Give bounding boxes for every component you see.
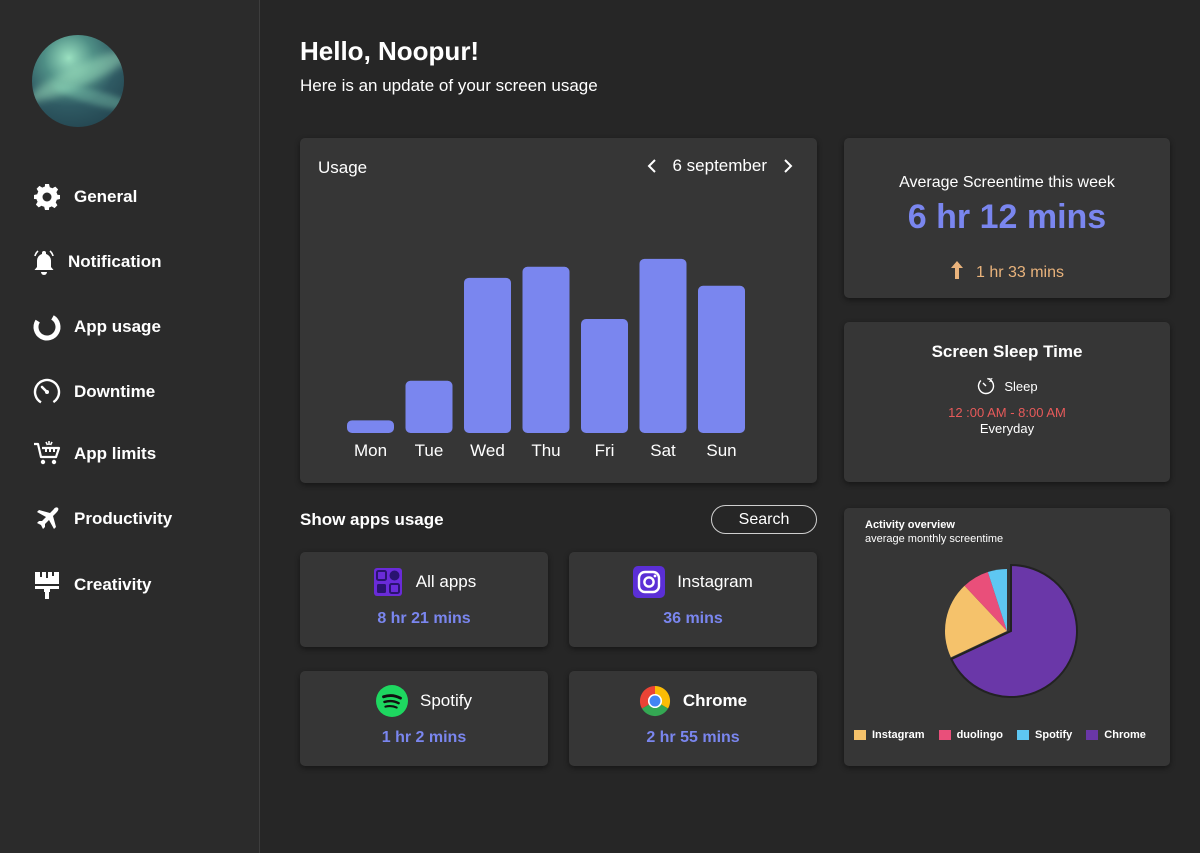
spotify-icon [376,685,408,717]
sidebar-item-creativity[interactable]: Creativity [32,570,151,600]
cart-icon [32,439,62,469]
legend-item: Spotify [1017,729,1072,741]
greeting: Hello, Noopur! [300,36,480,66]
app-card-all-apps[interactable]: All apps 8 hr 21 mins [300,552,548,647]
screen-sleep-card[interactable]: Screen Sleep Time z Sleep 12 :00 AM - 8:… [844,322,1170,482]
chrome-icon [639,685,671,717]
x-tick-label: Mon [354,441,387,460]
bar-wed[interactable] [464,277,511,433]
sleep-repeat: Everyday [979,421,1035,436]
average-screentime-card: Average Screentime this week 6 hr 12 min… [844,138,1170,298]
sidebar-item-label: App limits [74,444,157,463]
sidebar-item-label: Downtime [74,382,156,401]
paint-roller-icon [32,570,62,600]
gear-icon [32,182,62,212]
x-tick-label: Thu [531,441,560,460]
sleep-heading: Screen Sleep Time [931,342,1083,361]
legend-swatch [854,730,866,740]
bar-tue[interactable] [405,380,453,433]
legend-item: duolingo [938,729,1004,741]
app-name: Spotify [420,691,472,710]
sleep-row: z Sleep [844,375,1170,398]
sleep-label: Sleep [1004,379,1038,394]
legend-label: Chrome [1104,729,1146,741]
legend-label: Spotify [1035,729,1073,741]
x-tick-label: Sat [650,441,676,460]
sidebar-item-label: Productivity [74,509,173,528]
app-card-instagram[interactable]: Instagram 36 mins [569,552,817,647]
instagram-icon [633,566,666,598]
x-tick-label: Tue [415,441,444,460]
bar-sat[interactable] [639,258,687,433]
legend-swatch [1086,730,1099,740]
bell-icon [32,247,56,277]
sidebar-item-productivity[interactable]: Productivity [32,504,172,534]
sidebar-item-label: Notification [68,252,162,271]
sidebar-item-label: General [74,187,138,206]
sidebar-item-label: App usage [74,317,161,336]
sidebar-item-notification[interactable]: Notification [32,247,162,277]
average-value: 6 hr 12 mins [907,198,1107,236]
delta-value: 1 hr 33 mins [975,263,1065,281]
activity-pie-chart [945,563,1078,698]
legend-item: Chrome [1086,729,1146,741]
legend-item: Instagram [854,729,925,741]
x-tick-label: Wed [470,441,505,460]
sidebar-item-label: Creativity [74,575,152,594]
bar-fri[interactable] [581,319,628,433]
bar-thu[interactable] [522,266,570,433]
activity-overview-card: Activity overview average monthly screen… [844,508,1170,766]
app-name: Instagram [677,572,753,591]
sidebar-item-downtime[interactable]: Downtime [32,377,155,407]
pie-legend: Instagram duolingo Spotify Chrome [854,729,1146,741]
sidebar-item-app-limits[interactable]: App limits [32,439,156,469]
x-tick-label: Fri [595,441,615,460]
speedometer-icon [32,377,62,407]
legend-label: Instagram [872,729,925,741]
ring-chart-icon [32,312,62,342]
sidebar: General Notification App usage Downtime … [0,0,260,853]
search-button[interactable]: Search [711,505,817,534]
app-time: 1 hr 2 mins [381,729,467,746]
sidebar-item-app-usage[interactable]: App usage [32,312,161,342]
arrow-up-icon [950,260,964,285]
avatar[interactable] [32,35,124,127]
app-card-chrome[interactable]: Chrome 2 hr 55 mins [569,671,817,766]
apps-heading: Show apps usage [300,510,444,529]
usage-bar-chart: Mon Tue Wed Thu Fri Sat Sun [347,258,745,460]
app-time: 2 hr 55 mins [646,729,740,746]
legend-label: duolingo [956,729,1004,741]
app-time: 36 mins [663,610,723,627]
legend-swatch [1017,730,1030,740]
airplane-icon [32,504,62,534]
x-tick-label: Sun [706,441,736,460]
average-heading: Average Screentime this week [899,174,1115,191]
sleep-timer-icon: z [976,375,996,398]
subtitle: Here is an update of your screen usage [300,76,598,95]
app-card-spotify[interactable]: Spotify 1 hr 2 mins [300,671,548,766]
legend-swatch [938,730,951,740]
sleep-time: 12 :00 AM - 8:00 AM [948,405,1066,420]
bar-sun[interactable] [698,285,745,433]
all-apps-icon [372,566,404,598]
app-name: All apps [415,572,477,591]
usage-card: Usage 6 september Mon Tue Wed Thu Fri Sat Sun [300,138,817,483]
sidebar-item-general[interactable]: General [32,182,137,212]
average-delta: 1 hr 33 mins [844,260,1170,285]
svg-text:z: z [989,376,993,384]
app-time: 8 hr 21 mins [377,610,471,627]
app-name: Chrome [682,691,748,710]
bar-mon[interactable] [347,420,394,433]
